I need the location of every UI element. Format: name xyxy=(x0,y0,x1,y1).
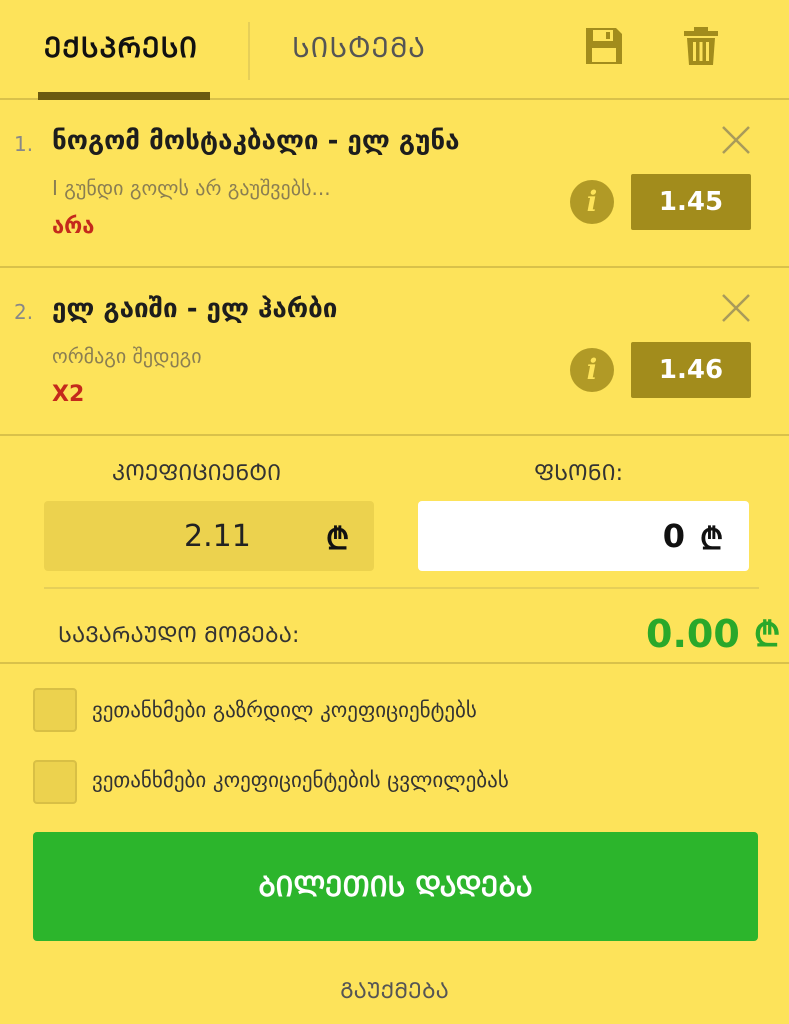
accept-odds-changes-label[interactable]: ვეთანხმები კოეფიციენტების ცვლილებას xyxy=(92,768,509,792)
lari-icon: ₾ xyxy=(700,522,724,557)
close-icon[interactable] xyxy=(720,124,752,156)
bet-odd: 1.45 xyxy=(631,174,751,230)
active-tab-indicator xyxy=(38,92,210,100)
stake-input[interactable]: 0 ₾ xyxy=(418,501,749,571)
close-icon[interactable] xyxy=(720,292,752,324)
bet-title: ელ გაიში - ელ ჰარბი xyxy=(52,294,338,324)
save-icon[interactable] xyxy=(584,26,624,66)
potential-win-label: ᲡᲐᲕᲐᲠᲐᲣᲓᲝ ᲛᲝᲒᲔᲑᲐ: xyxy=(58,623,300,648)
coefficient-label: ᲙᲝᲔᲤᲘᲪᲘᲔᲜᲢᲘ xyxy=(112,461,282,486)
stake-label: ᲤᲡᲝᲜᲘ: xyxy=(534,461,624,486)
bet-market: ორმაგი შედეგი xyxy=(52,344,202,368)
place-bet-button[interactable]: ᲑᲘᲚᲔᲗᲘᲡ ᲓᲐᲓᲔᲑᲐ xyxy=(33,832,758,941)
lari-icon: ₾ xyxy=(326,522,350,557)
bet-item: 2. ელ გაიში - ელ ჰარბი ორმაგი შედეგი X2 … xyxy=(0,270,789,436)
tab-express[interactable]: ᲔᲥᲡᲞᲠᲔᲡᲘ xyxy=(44,28,198,66)
cancel-button[interactable]: ᲒᲐᲣᲥᲛᲔᲑᲐ xyxy=(0,976,789,1005)
info-icon[interactable]: i xyxy=(570,180,614,224)
info-icon[interactable]: i xyxy=(570,348,614,392)
divider xyxy=(0,662,789,664)
bet-item: 1. ნოგომ მოსტაკბალი - ელ გუნა I გუნდი გო… xyxy=(0,102,789,268)
lari-icon: ₾ xyxy=(754,615,781,655)
accept-increased-odds-label[interactable]: ვეთანხმები გაზრდილ კოეფიციენტებს xyxy=(92,698,477,722)
bet-market: I გუნდი გოლს არ გაუშვებს... xyxy=(52,176,331,200)
total-coefficient: 2.11 ₾ xyxy=(44,501,374,571)
accept-odds-changes-checkbox[interactable] xyxy=(33,760,77,804)
bet-number: 1. xyxy=(14,132,34,156)
potential-win-value: 0.00 xyxy=(646,612,740,656)
trash-icon[interactable] xyxy=(681,26,721,66)
tab-system[interactable]: ᲡᲘᲡᲢᲔᲛᲐ xyxy=(292,28,426,66)
bet-title: ნოგომ მოსტაკბალი - ელ გუნა xyxy=(52,126,460,156)
bet-pick: არა xyxy=(52,214,95,239)
divider xyxy=(44,587,759,589)
bet-odd: 1.46 xyxy=(631,342,751,398)
bet-number: 2. xyxy=(14,300,34,324)
accept-increased-odds-checkbox[interactable] xyxy=(33,688,77,732)
coefficient-value: 2.11 xyxy=(184,519,251,554)
bet-pick: X2 xyxy=(52,382,85,407)
betslip-header: ᲔᲥᲡᲞᲠᲔᲡᲘ ᲡᲘᲡᲢᲔᲛᲐ xyxy=(0,0,789,100)
tab-separator xyxy=(248,22,250,80)
stake-value: 0 xyxy=(662,517,685,555)
